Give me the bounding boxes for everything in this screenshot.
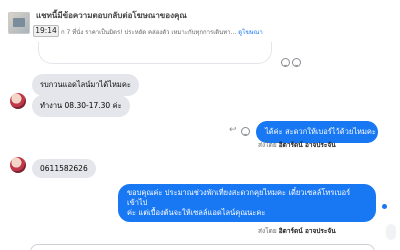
seen-indicator-icon xyxy=(382,204,387,209)
sent-by-label: ส่งโดย อิตาร์ดน์ อาจประจัน xyxy=(258,226,336,236)
ad-thumbnail[interactable] xyxy=(8,12,30,34)
sent-by-prefix: ส่งโดย xyxy=(258,141,277,149)
scroll-down-button[interactable] xyxy=(386,224,396,240)
contact-avatar[interactable] xyxy=(10,157,26,173)
message-composer[interactable] xyxy=(30,244,375,250)
ad-reply-banner: แชทนี้มีข้อความตอบกลับต่อโฆษณาของคุณ 19:… xyxy=(0,0,400,40)
message-bubble[interactable]: 0611582626 xyxy=(32,159,96,178)
message-line: ขอบคุณค่ะ ประมาณช่วงพักเที่ยงสะดวกคุยไหม… xyxy=(127,188,351,207)
message-bubble[interactable]: ขอบคุณค่ะ ประมาณช่วงพักเที่ยงสะดวกคุยไหม… xyxy=(118,184,376,222)
contact-avatar[interactable] xyxy=(10,93,26,109)
message-bubble[interactable]: ทำงาน 08.30-17.30 ค่ะ xyxy=(32,95,130,117)
sender-name: อิตาร์ดน์ อาจประจัน xyxy=(278,227,336,235)
react-icon[interactable] xyxy=(292,58,301,67)
sent-by-label: ส่งโดย อิตาร์ดน์ อาจประจัน xyxy=(258,140,336,150)
ad-card[interactable] xyxy=(38,42,272,64)
timestamp-chip: 19:14 xyxy=(33,25,59,37)
message-bubble[interactable]: รบกวนแอดไลน์มาได้ไหมคะ xyxy=(32,74,139,96)
react-icon[interactable] xyxy=(281,58,290,67)
sender-name: อิตาร์ดน์ อาจประจัน xyxy=(278,141,336,149)
message-line: ค่ะ แต่เบื้องต้นจะให้เซลล์แอดไลน์คุณนะคะ xyxy=(127,208,266,217)
view-ad-link[interactable]: ดูโฆษณา xyxy=(238,29,262,36)
ad-preview-text: ก 7 ที่นั่ง ราคาเป็นมิตร! ประหยัด คล่องต… xyxy=(61,29,237,36)
sent-by-prefix: ส่งโดย xyxy=(258,227,277,235)
ad-reply-title: แชทนี้มีข้อความตอบกลับต่อโฆษณาของคุณ xyxy=(36,11,187,20)
react-icon[interactable] xyxy=(241,127,250,136)
reply-icon[interactable]: ↩ xyxy=(229,125,237,135)
ad-preview: ก 7 ที่นั่ง ราคาเป็นมิตร! ประหยัด คล่องต… xyxy=(61,27,263,37)
